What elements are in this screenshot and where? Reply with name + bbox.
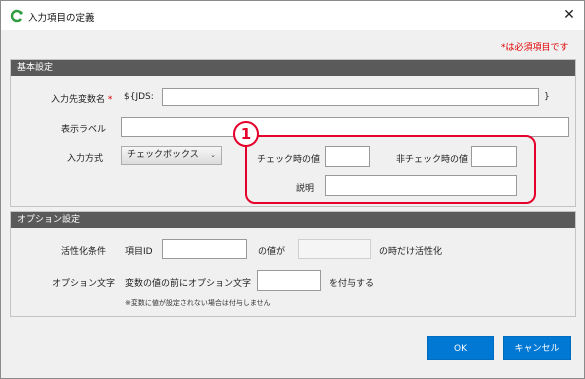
var-prefix: ${JDS: (124, 92, 154, 102)
input-type-dropdown[interactable]: チェックボックス ⌄ (121, 146, 222, 165)
only-when-label: の時だけ活性化 (379, 247, 443, 257)
app-logo-icon (10, 9, 23, 23)
input-type-value: チェックボックス (127, 150, 199, 160)
value-of-label: の値が (258, 247, 286, 257)
cancel-button[interactable]: キャンセル (503, 336, 571, 360)
var-name-input[interactable] (162, 88, 539, 106)
item-id-label: 項目ID (125, 247, 153, 257)
attach-text: を付与する (329, 279, 375, 289)
item-id-input[interactable] (162, 239, 247, 259)
display-label-input[interactable] (121, 117, 569, 137)
highlight-box (245, 135, 536, 204)
var-suffix: } (544, 92, 550, 102)
option-text-label: オプション文字 (52, 279, 116, 289)
activate-condition-label: 活性化条件 (61, 247, 107, 257)
var-name-label: 入力先変数名 * (51, 95, 113, 105)
option-settings-header: オプション設定 (11, 212, 575, 228)
option-text-input[interactable] (257, 270, 321, 291)
condition-value-input[interactable] (298, 239, 371, 259)
window-title: 入力項目の定義 (28, 13, 95, 24)
chevron-down-icon: ⌄ (210, 151, 216, 159)
option-prefix-text: 変数の値の前にオプション文字 (125, 279, 252, 289)
close-icon[interactable]: ✕ (559, 5, 579, 25)
display-label-label: 表示ラベル (61, 125, 107, 135)
required-mark: * (107, 95, 113, 105)
basic-settings-header: 基本設定 (11, 60, 575, 76)
option-footnote: ※変数に値が設定されない場合は付与しません (125, 299, 271, 307)
option-settings-section: オプション設定 (10, 211, 576, 317)
callout-badge: 1 (233, 121, 259, 147)
dialog-window: 入力項目の定義 ✕ *は必須項目です 基本設定 入力先変数名 * ${JDS: … (0, 0, 585, 379)
title-bar: 入力項目の定義 ✕ (1, 1, 584, 30)
required-note: *は必須項目です (501, 43, 569, 53)
input-type-label: 入力方式 (67, 154, 104, 164)
ok-button[interactable]: OK (427, 336, 494, 360)
